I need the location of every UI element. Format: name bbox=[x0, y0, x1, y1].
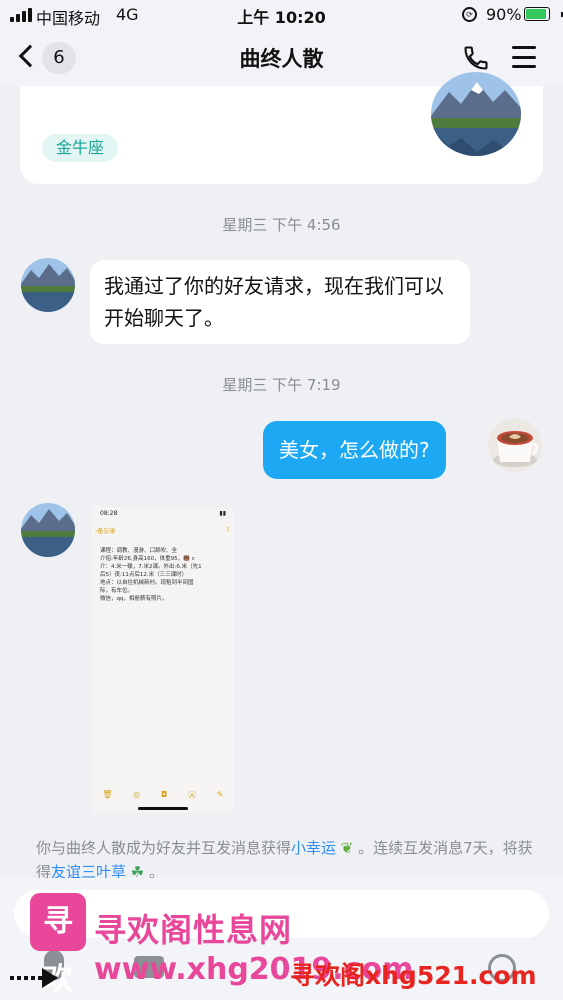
menu-button[interactable] bbox=[512, 46, 536, 68]
shot-camera-icon: ◘ bbox=[161, 790, 168, 799]
phone-icon bbox=[464, 46, 488, 70]
shot-markup-icon: Ⓐ bbox=[188, 791, 197, 800]
menu-line-icon bbox=[512, 46, 536, 49]
mountain-lake-image bbox=[21, 503, 75, 557]
shot-header: ‹备忘录 ⇪ bbox=[92, 520, 234, 535]
my-avatar[interactable] bbox=[488, 418, 542, 472]
status-time: 上午 10:20 bbox=[237, 8, 326, 27]
shot-note-line: 微信，qq，相册薪有照片。 bbox=[100, 596, 168, 602]
battery-percent: 90% bbox=[486, 5, 522, 24]
coffee-cup-image bbox=[488, 418, 542, 472]
incoming-message[interactable]: 我通过了你的好友请求，现在我们可以开始聊天了。 bbox=[90, 260, 470, 344]
shot-check-icon: ◎ bbox=[133, 790, 141, 799]
orientation-lock-icon: ⟳ bbox=[462, 7, 477, 22]
tip-prefix: 你与曲终人散成为好友并互发消息获得 bbox=[36, 839, 292, 857]
shot-home-indicator bbox=[138, 807, 188, 810]
image-message[interactable]: 08:28 ▮▮ ‹备忘录 ⇪ 课程：调教、漫游、口舔吹、全 介绍:年龄26,身… bbox=[92, 507, 234, 813]
shot-back-label: 备忘录 bbox=[97, 528, 116, 535]
shot-note-text: 课程：调教、漫游、口舔吹、全 介绍:年龄26,身高160，体重95，🐻 c 介：… bbox=[92, 535, 234, 603]
friendship-system-tip: 你与曲终人散成为好友并互发消息获得小幸运 ❦ 。连续互发消息7天，将获得友谊三叶… bbox=[36, 836, 536, 884]
contact-avatar[interactable] bbox=[21, 258, 75, 312]
shot-note-line: 介：4.米一碟，7.米2课。外出:6.米（先1 bbox=[100, 564, 202, 570]
shot-compose-icon: ✎ bbox=[216, 790, 224, 799]
shot-note-line: 介绍:年龄26,身高160，体重95，🐻 c bbox=[100, 556, 195, 562]
shot-note-line: 后5）夜:11点后12.米（三三课时） bbox=[100, 572, 188, 578]
contact-avatar[interactable] bbox=[21, 503, 75, 557]
shot-note-line: 际，有车位。 bbox=[100, 588, 134, 594]
sprout-icon: ❦ bbox=[336, 839, 359, 857]
phone-call-button[interactable] bbox=[462, 44, 490, 72]
zodiac-tag: 金牛座 bbox=[42, 134, 119, 162]
battery-icon bbox=[524, 7, 563, 21]
profile-card: 金牛座 bbox=[20, 72, 543, 184]
outgoing-message[interactable]: 美女，怎么做的? bbox=[263, 421, 446, 479]
watermark-url-secondary: 寻欢阁xhg521.com bbox=[290, 961, 537, 990]
shot-status-bar: 08:28 ▮▮ bbox=[92, 507, 234, 520]
shot-status-time: 08:28 bbox=[100, 510, 118, 517]
mountain-lake-image bbox=[21, 258, 75, 312]
shot-note-line: 课程：调教、漫游、口舔吹、全 bbox=[100, 548, 178, 554]
mountain-lake-image bbox=[431, 72, 521, 156]
watermark-logo: 寻欢 bbox=[30, 893, 86, 997]
profile-avatar[interactable] bbox=[431, 72, 521, 156]
watermark-title: 寻欢阁性息网 bbox=[94, 911, 293, 949]
shot-trash-icon: 🗑 bbox=[102, 790, 113, 799]
lucky-link[interactable]: 小幸运 bbox=[291, 839, 336, 857]
arrow-right-icon bbox=[10, 968, 58, 988]
shot-toolbar: 🗑 ◎ ◘ Ⓐ ✎ bbox=[92, 790, 234, 801]
timestamp: 星期三 下午 7:19 bbox=[222, 376, 341, 394]
shot-note-line: 地点：以自住机械新村。现租到半间国 bbox=[100, 580, 194, 586]
status-bar: 中国移动 4G 上午 10:20 ⟳ 90% bbox=[0, 0, 563, 30]
timestamp: 星期三 下午 4:56 bbox=[222, 216, 341, 234]
shot-battery-icon: ▮▮ bbox=[219, 510, 226, 517]
shot-share-icon: ⇪ bbox=[225, 526, 231, 533]
